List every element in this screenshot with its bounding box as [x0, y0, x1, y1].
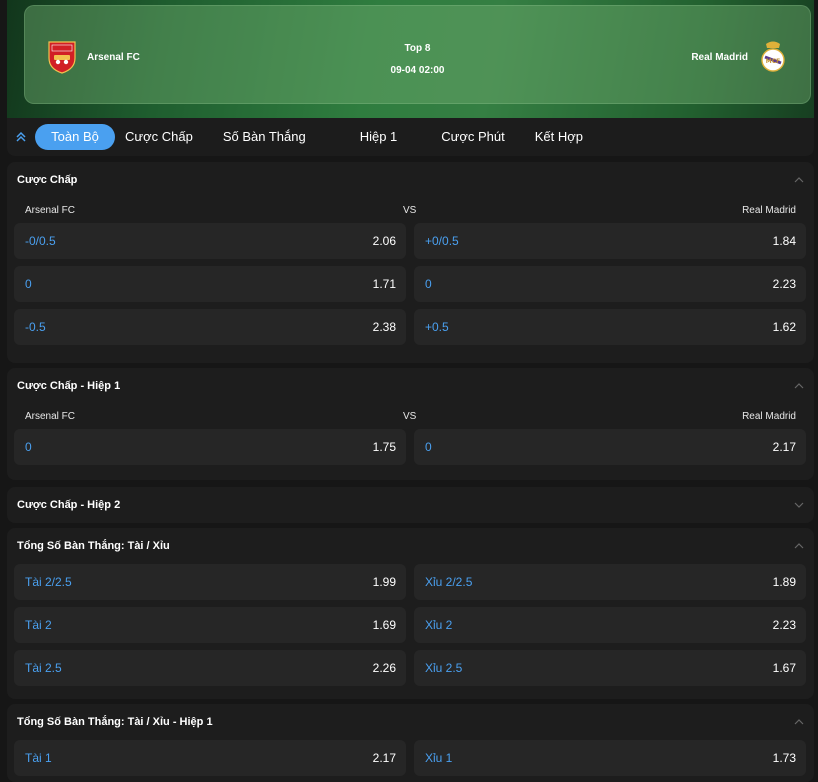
- odds-button[interactable]: Tài 2.5 2.26: [14, 650, 406, 686]
- market-panel: Tổng Số Bàn Thắng: Tài / Xỉu - Hiệp 1 Tài…: [7, 704, 814, 782]
- odds-label: -0.5: [25, 320, 46, 334]
- collapse-all-button[interactable]: [7, 118, 35, 156]
- odds-label: Tài 2/2.5: [25, 575, 72, 589]
- double-chevron-up-icon: [16, 131, 26, 142]
- svg-text:MCF: MCF: [766, 58, 780, 65]
- odds-label: -0/0.5: [25, 234, 56, 248]
- odds-grid: Tài 1 2.17 Xỉu 1 1.73: [7, 740, 814, 776]
- market-panel: Cược Chấp Arsenal FC VS Real Madrid -0/0.5 2.…: [7, 162, 814, 363]
- odds-button[interactable]: -0/0.5 2.06: [14, 223, 406, 259]
- chevron-up-icon: [794, 383, 804, 389]
- odds-value: 1.99: [372, 575, 396, 589]
- market-team-away: Real Madrid: [742, 205, 796, 216]
- odds-button[interactable]: Xỉu 2 2.23: [414, 607, 806, 643]
- market-header[interactable]: Tổng Số Bàn Thắng: Tài / Xỉu: [7, 528, 814, 564]
- market-title: Cược Chấp - Hiệp 2: [17, 499, 121, 511]
- chevron-up-icon: [794, 543, 804, 549]
- market-header[interactable]: Tổng Số Bàn Thắng: Tài / Xỉu - Hiệp 1: [7, 704, 814, 740]
- real-madrid-crest-icon: MCF: [761, 41, 785, 72]
- tab-3[interactable]: Hiệp 1: [350, 124, 408, 150]
- market-header[interactable]: Cược Chấp - Hiệp 1: [7, 368, 814, 404]
- tab-0[interactable]: Toàn Bộ: [35, 124, 115, 150]
- odds-value: 1.75: [372, 440, 396, 454]
- odds-button[interactable]: Xỉu 1 1.73: [414, 740, 806, 776]
- chevron-down-icon: [794, 502, 804, 508]
- away-team: Real Madrid MCF: [691, 40, 788, 74]
- market-team-vs: VS: [403, 205, 417, 216]
- odds-grid: 0 1.75 0 2.17: [7, 429, 814, 465]
- market-team-home: Arsenal FC: [25, 205, 76, 216]
- odds-button[interactable]: 0 1.75: [14, 429, 406, 465]
- tab-5[interactable]: Kết Hợp: [525, 124, 593, 150]
- tab-2[interactable]: Số Bàn Thắng: [213, 124, 316, 150]
- odds-value: 2.23: [772, 618, 796, 632]
- market-title: Tổng Số Bàn Thắng: Tài / Xỉu - Hiệp 1: [17, 716, 213, 728]
- odds-grid: Tài 2/2.5 1.99 Xỉu 2/2.5 1.89 Tài 2 1.69 Xỉu 2…: [7, 564, 814, 686]
- market-team-home: Arsenal FC: [25, 411, 76, 422]
- odds-label: Xỉu 2.5: [425, 661, 463, 675]
- away-team-name: Real Madrid: [691, 51, 748, 63]
- odds-value: 1.62: [772, 320, 796, 334]
- market-team-vs: VS: [403, 411, 417, 422]
- odds-value: 2.17: [772, 440, 796, 454]
- market-team-row: Arsenal FC VS Real Madrid: [7, 404, 814, 429]
- odds-value: 2.06: [372, 234, 396, 248]
- odds-button[interactable]: Xỉu 2.5 1.67: [414, 650, 806, 686]
- odds-value: 2.23: [772, 277, 796, 291]
- odds-button[interactable]: -0.5 2.38: [14, 309, 406, 345]
- match-card: Arsenal FC Top 8 09-04 02:00 Real Madrid…: [24, 5, 811, 104]
- odds-value: 1.73: [772, 751, 796, 765]
- market-title: Tổng Số Bàn Thắng: Tài / Xỉu: [17, 540, 170, 552]
- market-team-away: Real Madrid: [742, 411, 796, 422]
- odds-label: 0: [25, 277, 32, 291]
- odds-label: 0: [25, 440, 32, 454]
- market-header[interactable]: Cược Chấp - Hiệp 2: [7, 487, 814, 523]
- odds-label: Tài 2: [25, 618, 52, 632]
- market-panel: Tổng Số Bàn Thắng: Tài / Xỉu Tài 2/2.5 1.9…: [7, 528, 814, 699]
- odds-label: 0: [425, 440, 432, 454]
- odds-value: 1.67: [772, 661, 796, 675]
- market-title: Cược Chấp: [17, 174, 78, 186]
- odds-button[interactable]: +0.5 1.62: [414, 309, 806, 345]
- odds-label: +0/0.5: [425, 234, 459, 248]
- chevron-up-icon: [794, 177, 804, 183]
- chevron-up-icon: [794, 719, 804, 725]
- tab-1[interactable]: Cược Chấp: [115, 124, 203, 150]
- odds-value: 2.17: [372, 751, 396, 765]
- odds-label: Xỉu 2: [425, 618, 453, 632]
- odds-button[interactable]: 0 2.23: [414, 266, 806, 302]
- odds-label: Tài 1: [25, 751, 52, 765]
- odds-value: 1.71: [372, 277, 396, 291]
- market-panel: Cược Chấp - Hiệp 1 Arsenal FC VS Real Madri…: [7, 368, 814, 480]
- odds-value: 1.89: [772, 575, 796, 589]
- match-banner: Arsenal FC Top 8 09-04 02:00 Real Madrid…: [7, 0, 814, 119]
- odds-label: Tài 2.5: [25, 661, 62, 675]
- odds-value: 1.84: [772, 234, 796, 248]
- odds-button[interactable]: Tài 2 1.69: [14, 607, 406, 643]
- odds-button[interactable]: 0 1.71: [14, 266, 406, 302]
- odds-label: +0.5: [425, 320, 449, 334]
- odds-grid: -0/0.5 2.06 +0/0.5 1.84 0 1.71 0 2.23 -0.5 2.38 +0…: [7, 223, 814, 345]
- odds-value: 2.26: [372, 661, 396, 675]
- market-header[interactable]: Cược Chấp: [7, 162, 814, 198]
- odds-button[interactable]: 0 2.17: [414, 429, 806, 465]
- odds-button[interactable]: Tài 2/2.5 1.99: [14, 564, 406, 600]
- market-title: Cược Chấp - Hiệp 1: [17, 380, 121, 392]
- odds-button[interactable]: +0/0.5 1.84: [414, 223, 806, 259]
- odds-button[interactable]: Tài 1 2.17: [14, 740, 406, 776]
- market-tabbar: Toàn Bộ Cược Chấp Số Bàn Thắng Hiệp 1 Cược P…: [7, 118, 814, 156]
- odds-label: Xỉu 2/2.5: [425, 575, 473, 589]
- market-panel: Cược Chấp - Hiệp 2: [7, 487, 814, 523]
- odds-value: 2.38: [372, 320, 396, 334]
- odds-label: Xỉu 1: [425, 751, 453, 765]
- odds-value: 1.69: [372, 618, 396, 632]
- tab-4[interactable]: Cược Phút: [431, 124, 514, 150]
- market-team-row: Arsenal FC VS Real Madrid: [7, 198, 814, 223]
- odds-label: 0: [425, 277, 432, 291]
- odds-button[interactable]: Xỉu 2/2.5 1.89: [414, 564, 806, 600]
